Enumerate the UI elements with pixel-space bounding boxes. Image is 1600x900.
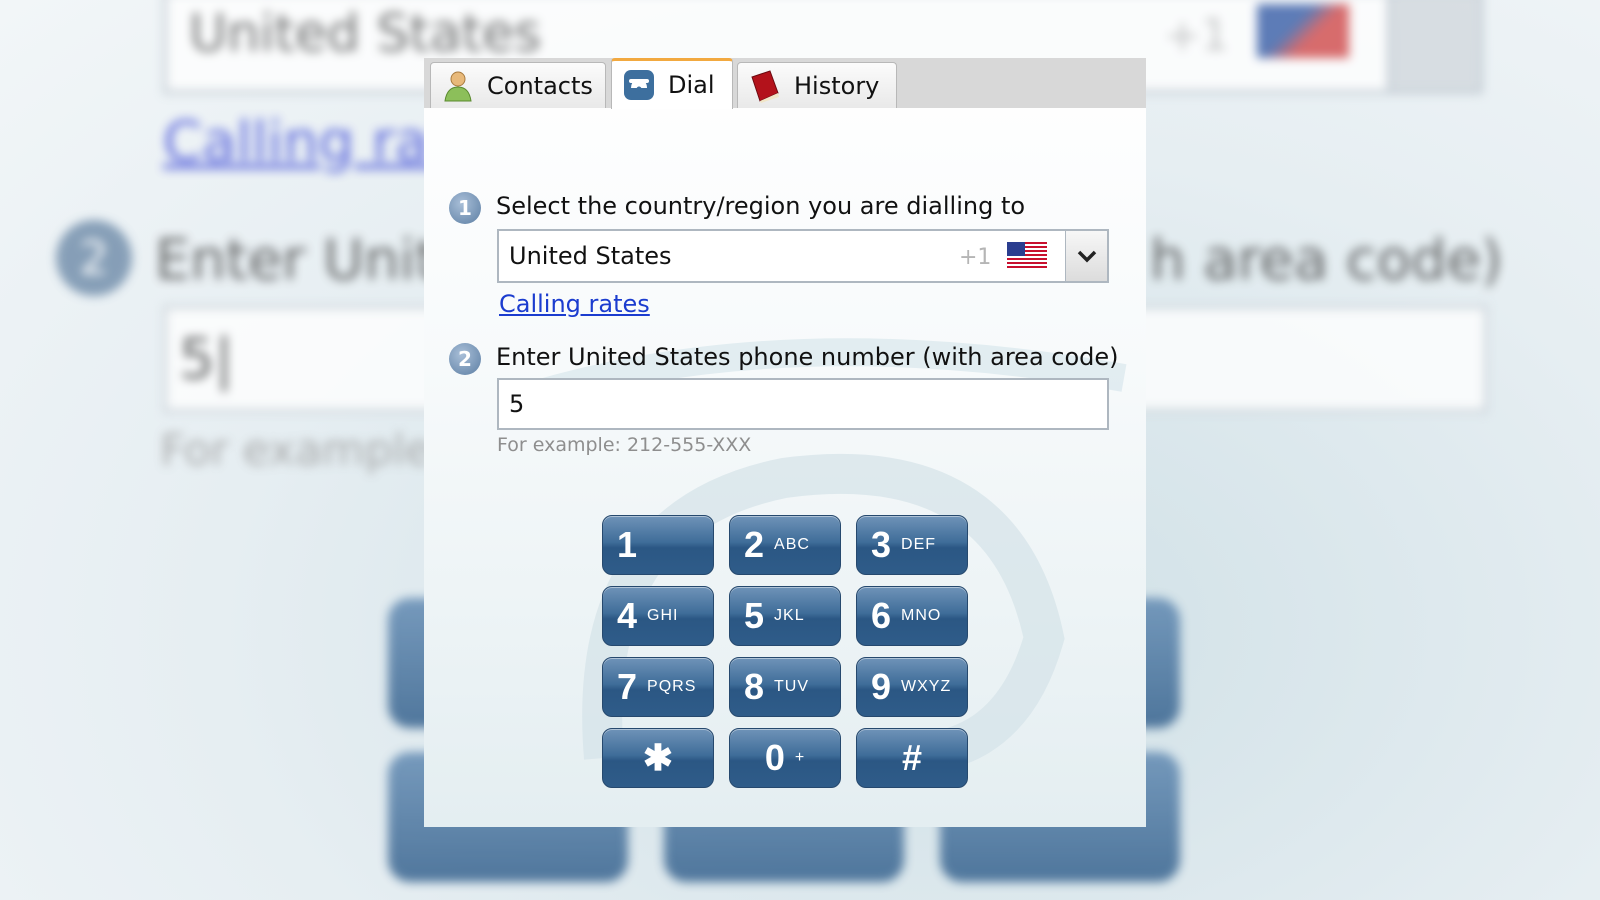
tab-contacts[interactable]: Contacts [430,62,606,108]
key-star[interactable]: ✱ [602,728,714,788]
tab-dial-label: Dial [668,71,715,99]
key-digit: 0 [764,737,785,778]
example-hint: For example: 212-555-XXX [497,434,752,456]
key-0[interactable]: 0 + [729,728,841,788]
calling-rates-link[interactable]: Calling rates [499,290,650,318]
step-1-text: Select the country/region you are dialli… [496,192,1026,220]
history-book-icon [748,69,782,103]
key-letters: TUV [774,678,810,695]
bg-step-badge: 2 [56,220,132,296]
key-digit: 9 [871,666,892,707]
key-9[interactable]: 9 WXYZ [856,657,968,717]
bg-country-text: United States [189,4,542,64]
key-letters: + [794,749,806,766]
key-1[interactable]: 1 [602,515,714,575]
country-code: +1 [959,245,992,270]
key-digit: 8 [744,666,765,707]
key-7[interactable]: 7 PQRS [602,657,714,717]
bg-dropdown-arrow [1387,0,1479,90]
key-hash[interactable]: # [856,728,968,788]
key-digit: ✱ [642,737,674,778]
key-6[interactable]: 6 MNO [856,586,968,646]
key-digit: 4 [617,595,638,636]
bg-flag-icon [1257,4,1349,58]
country-dropdown-button[interactable] [1065,231,1107,281]
tab-dial[interactable]: Dial [611,58,733,109]
tab-history[interactable]: History [737,62,897,108]
key-5[interactable]: 5 JKL [729,586,841,646]
key-2[interactable]: 2 ABC [729,515,841,575]
country-select[interactable]: United States +1 [497,229,1109,283]
step-2-badge: 2 [449,343,481,375]
us-flag-icon [1007,242,1047,268]
key-letters: WXYZ [901,678,952,695]
key-letters: PQRS [647,678,697,695]
bg-country-code: +1 [1164,10,1229,61]
chevron-down-icon [1077,250,1096,263]
key-letters: MNO [901,607,942,624]
key-8[interactable]: 8 TUV [729,657,841,717]
key-3[interactable]: 3 DEF [856,515,968,575]
key-digit: 5 [744,595,765,636]
key-letters: GHI [647,607,679,624]
dial-window: Contacts Dial History 1 Select the count… [424,58,1146,827]
step-2-text: Enter United States phone number (with a… [496,343,1119,371]
key-letters: ABC [774,536,810,553]
phone-number-input[interactable] [497,378,1109,430]
key-digit: # [901,737,923,778]
key-digit: 7 [617,666,638,707]
tab-contacts-label: Contacts [487,71,593,100]
tab-history-label: History [794,71,880,100]
key-digit: 3 [871,524,892,565]
key-letters: DEF [901,536,937,553]
key-digit: 6 [871,595,892,636]
tab-bar: Contacts Dial History [424,58,1146,109]
phone-icon [622,68,656,102]
key-letters: JKL [774,607,805,624]
key-digit: 2 [744,524,765,565]
key-digit: 1 [617,524,638,565]
bg-step-text-right: h area code) [1150,228,1503,293]
bg-example-text: For example [160,425,433,476]
contacts-icon [441,69,475,103]
key-4[interactable]: 4 GHI [602,586,714,646]
country-select-value: United States [509,242,672,270]
step-1-badge: 1 [449,192,481,224]
